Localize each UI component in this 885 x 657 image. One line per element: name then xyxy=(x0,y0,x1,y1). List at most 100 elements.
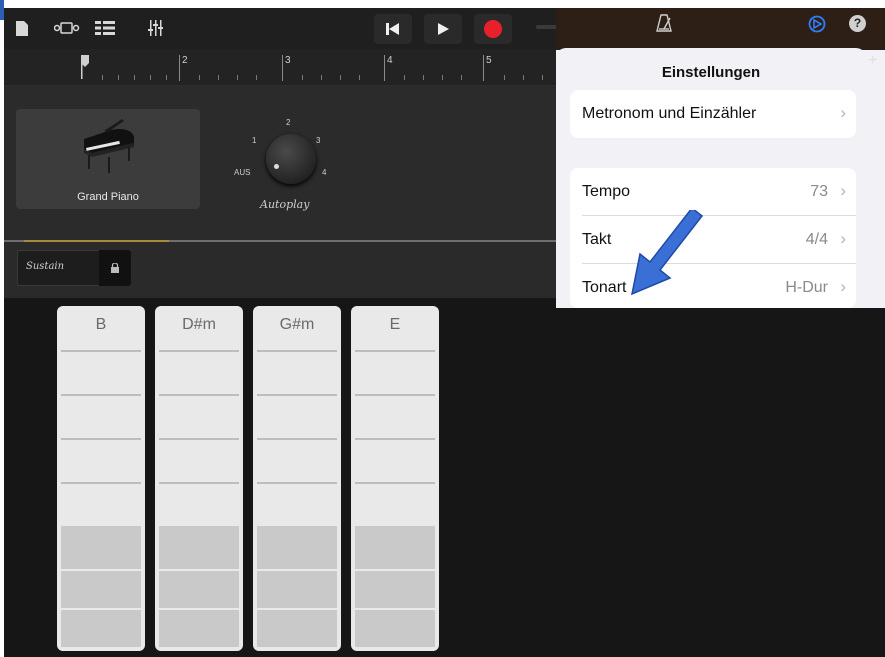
sustain-button[interactable]: Sustain xyxy=(17,250,101,286)
autoplay-knob[interactable] xyxy=(266,134,316,184)
strip-divider xyxy=(61,394,141,396)
metronome-icon[interactable] xyxy=(656,14,672,32)
ruler-tick xyxy=(404,75,405,80)
record-icon xyxy=(484,20,502,38)
add-track-button[interactable]: + xyxy=(868,52,877,70)
bar-line xyxy=(282,55,283,81)
key-label: Tonart xyxy=(582,279,627,296)
bass-segment[interactable] xyxy=(257,610,337,647)
ruler-tick xyxy=(461,75,462,80)
bass-segment[interactable] xyxy=(159,610,239,647)
strip-divider xyxy=(355,350,435,352)
bass-segment[interactable] xyxy=(355,610,435,647)
bar-line xyxy=(384,55,385,81)
chord-strip-gsharp-m[interactable]: G#m xyxy=(253,306,341,651)
sustain-lock[interactable] xyxy=(99,250,131,286)
strip-divider xyxy=(257,438,337,440)
bass-segment[interactable] xyxy=(257,526,337,569)
ruler-tick xyxy=(504,75,505,80)
bar-number: 2 xyxy=(182,55,188,66)
lock-icon xyxy=(111,263,119,273)
knob-label-1: 1 xyxy=(252,136,257,145)
tempo-label: Tempo xyxy=(582,183,631,200)
ruler-tick xyxy=(102,75,103,80)
song-settings-group: Tempo 73 › Takt 4/4 › Tonart H-Dur › xyxy=(570,168,856,308)
key-row[interactable]: Tonart H-Dur › xyxy=(570,264,856,312)
strip-divider xyxy=(257,482,337,484)
play-button[interactable] xyxy=(424,14,462,44)
popover-body: Einstellungen Metronom und Einzähler › T… xyxy=(556,48,866,308)
tracks-view-icon[interactable] xyxy=(54,21,80,35)
strip-divider xyxy=(159,438,239,440)
chevron-right-icon: › xyxy=(840,181,846,200)
strip-divider xyxy=(355,394,435,396)
list-view-icon[interactable] xyxy=(95,21,115,35)
knob-label-off: AUS xyxy=(234,168,251,177)
ruler-tick xyxy=(359,75,360,80)
chord-strip-e[interactable]: E xyxy=(351,306,439,651)
bar-number: 3 xyxy=(285,55,291,66)
ruler-tick xyxy=(523,75,524,80)
strip-divider xyxy=(159,394,239,396)
ruler-tick xyxy=(542,75,543,80)
playhead-icon[interactable] xyxy=(80,55,90,79)
tempo-row[interactable]: Tempo 73 › xyxy=(570,168,856,216)
document-icon[interactable] xyxy=(15,20,29,37)
ruler-tick xyxy=(199,75,200,80)
settings-popover: ? + Einstellungen Metronom und Einzähler… xyxy=(556,8,885,308)
autoplay-control: 2 1 3 AUS 4 Autoplay xyxy=(230,112,340,212)
chord-strip-b[interactable]: B xyxy=(57,306,145,651)
chord-strips: B D#m G#m E xyxy=(4,298,885,657)
rewind-button[interactable] xyxy=(374,14,412,44)
chevron-right-icon: › xyxy=(840,277,846,296)
bar-line xyxy=(483,55,484,81)
instrument-name: Grand Piano xyxy=(77,191,139,203)
help-icon[interactable]: ? xyxy=(849,15,866,32)
ruler-tick xyxy=(302,75,303,80)
bass-segment[interactable] xyxy=(159,571,239,608)
time-signature-row[interactable]: Takt 4/4 › xyxy=(570,216,856,264)
key-value: H-Dur xyxy=(785,279,828,296)
metronome-label: Metronom und Einzähler xyxy=(582,105,757,122)
popover-title: Einstellungen xyxy=(661,64,761,81)
chord-strip-dsharp-m[interactable]: D#m xyxy=(155,306,243,651)
tempo-value: 73 xyxy=(810,183,828,200)
record-button[interactable] xyxy=(474,14,512,44)
strip-divider xyxy=(257,394,337,396)
annotation-arrow-icon xyxy=(630,210,704,296)
chord-name: D#m xyxy=(182,316,216,333)
knob-label-3: 3 xyxy=(316,136,321,145)
ruler-tick xyxy=(442,75,443,80)
bass-segment[interactable] xyxy=(355,526,435,569)
bar-number: 5 xyxy=(486,55,492,66)
settings-icon[interactable] xyxy=(808,15,826,33)
bar-line xyxy=(179,55,180,81)
ruler-tick xyxy=(118,75,119,80)
ruler-tick xyxy=(218,75,219,80)
bass-segment[interactable] xyxy=(355,571,435,608)
bass-segment[interactable] xyxy=(61,610,141,647)
strip-divider xyxy=(257,350,337,352)
time-signature-label: Takt xyxy=(582,231,612,248)
metronome-group: Metronom und Einzähler › xyxy=(570,90,856,138)
ruler-tick xyxy=(423,75,424,80)
bass-segment[interactable] xyxy=(257,571,337,608)
chevron-right-icon: › xyxy=(840,103,846,122)
sustain-label: Sustain xyxy=(26,261,65,272)
ruler-tick xyxy=(340,75,341,80)
chord-name: E xyxy=(389,316,401,333)
strip-divider xyxy=(355,438,435,440)
bass-segment[interactable] xyxy=(61,571,141,608)
ruler-tick xyxy=(321,75,322,80)
instrument-selector[interactable]: Grand Piano xyxy=(16,109,200,209)
metronome-row[interactable]: Metronom und Einzähler › xyxy=(570,90,856,138)
strip-divider xyxy=(61,438,141,440)
window-edge xyxy=(0,0,4,20)
bass-segment[interactable] xyxy=(61,526,141,569)
autoplay-label: Autoplay xyxy=(260,198,310,211)
mixer-icon[interactable] xyxy=(148,20,164,36)
grand-piano-icon xyxy=(84,119,134,173)
knob-label-2: 2 xyxy=(286,118,291,127)
bass-segment[interactable] xyxy=(159,526,239,569)
play-icon xyxy=(438,23,449,35)
